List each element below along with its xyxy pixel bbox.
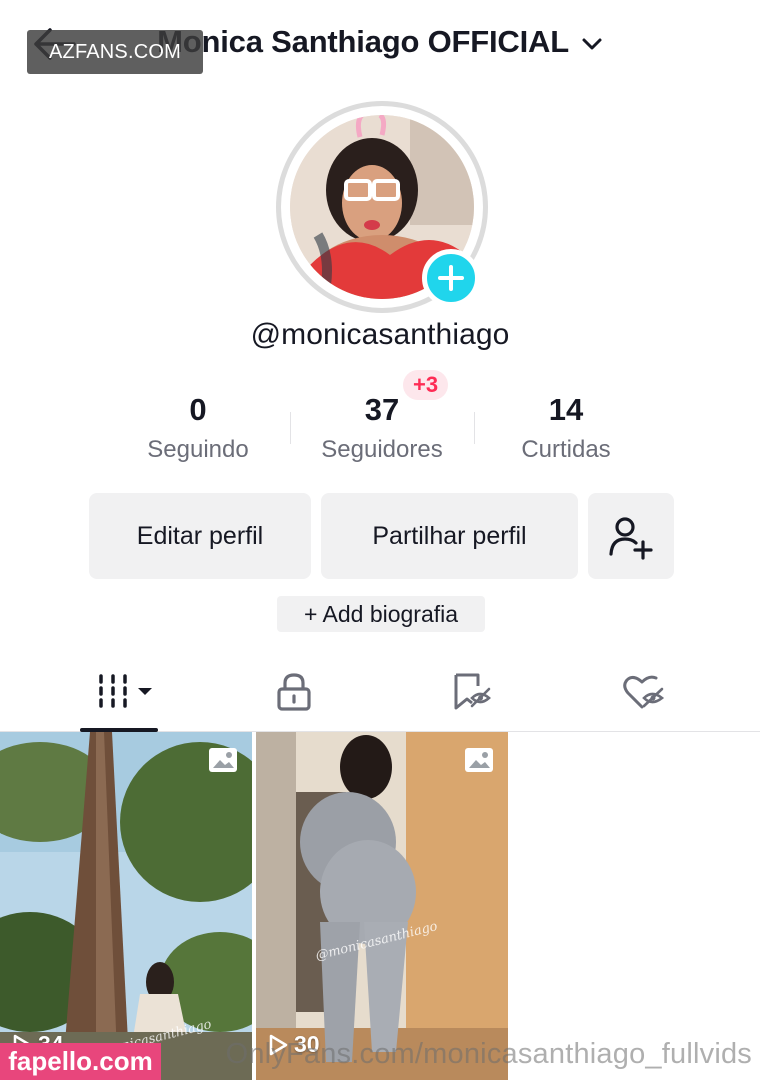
video-thumbnail-image	[0, 732, 252, 1080]
stat-label: Curtidas	[521, 436, 611, 463]
new-followers-badge: +3	[403, 370, 449, 400]
watermark-bottom-right: OnlyFans.com/monicasanthiago_fullvids	[225, 1038, 752, 1070]
add-friends-button[interactable]	[588, 493, 674, 579]
edit-profile-button[interactable]: Editar perfil	[89, 493, 311, 579]
stat-divider	[290, 412, 291, 444]
tab-videos[interactable]	[30, 660, 220, 732]
profile-header: Monica Santhiago OFFICIAL AZFANS.COM	[0, 0, 760, 90]
watermark-top: AZFANS.COM	[27, 30, 203, 74]
share-profile-button[interactable]: Partilhar perfil	[321, 493, 578, 579]
video-thumbnail[interactable]: @monicasanthiago 34	[0, 732, 252, 1080]
photo-icon	[209, 748, 237, 772]
add-bio-button[interactable]: + Add biografia	[277, 596, 485, 632]
liked-hidden-icon	[623, 675, 665, 709]
stat-label: Seguindo	[147, 436, 249, 463]
page-title: Monica Santhiago OFFICIAL	[157, 24, 569, 59]
content-tabs	[0, 660, 760, 732]
watermark-bottom-left: fapello.com	[0, 1043, 161, 1080]
add-avatar-button[interactable]	[422, 249, 480, 307]
stat-likes[interactable]: 14 Curtidas	[476, 390, 656, 464]
add-user-icon	[609, 517, 653, 560]
stat-value: 37	[364, 392, 400, 427]
photo-icon	[465, 748, 493, 772]
stat-label: Seguidores	[321, 436, 443, 463]
video-thumbnail[interactable]: @monicasanthiago 30	[256, 732, 508, 1080]
chevron-down-icon	[582, 38, 602, 50]
tab-liked[interactable]	[548, 660, 738, 732]
tab-saved[interactable]	[377, 660, 567, 732]
bookmark-hidden-icon	[454, 673, 491, 710]
lock-icon	[277, 673, 311, 711]
tab-private[interactable]	[199, 660, 389, 732]
stat-following[interactable]: 0 Seguindo	[108, 390, 288, 464]
stat-value: 0	[189, 392, 207, 427]
stat-divider	[474, 412, 475, 444]
username: @monicasanthiago	[250, 318, 510, 351]
plus-icon	[438, 265, 464, 291]
stat-value: 14	[548, 392, 584, 427]
video-thumbnail-image	[256, 732, 508, 1080]
grid-videos-icon	[99, 674, 152, 708]
stat-followers[interactable]: 37 Seguidores	[292, 390, 472, 464]
